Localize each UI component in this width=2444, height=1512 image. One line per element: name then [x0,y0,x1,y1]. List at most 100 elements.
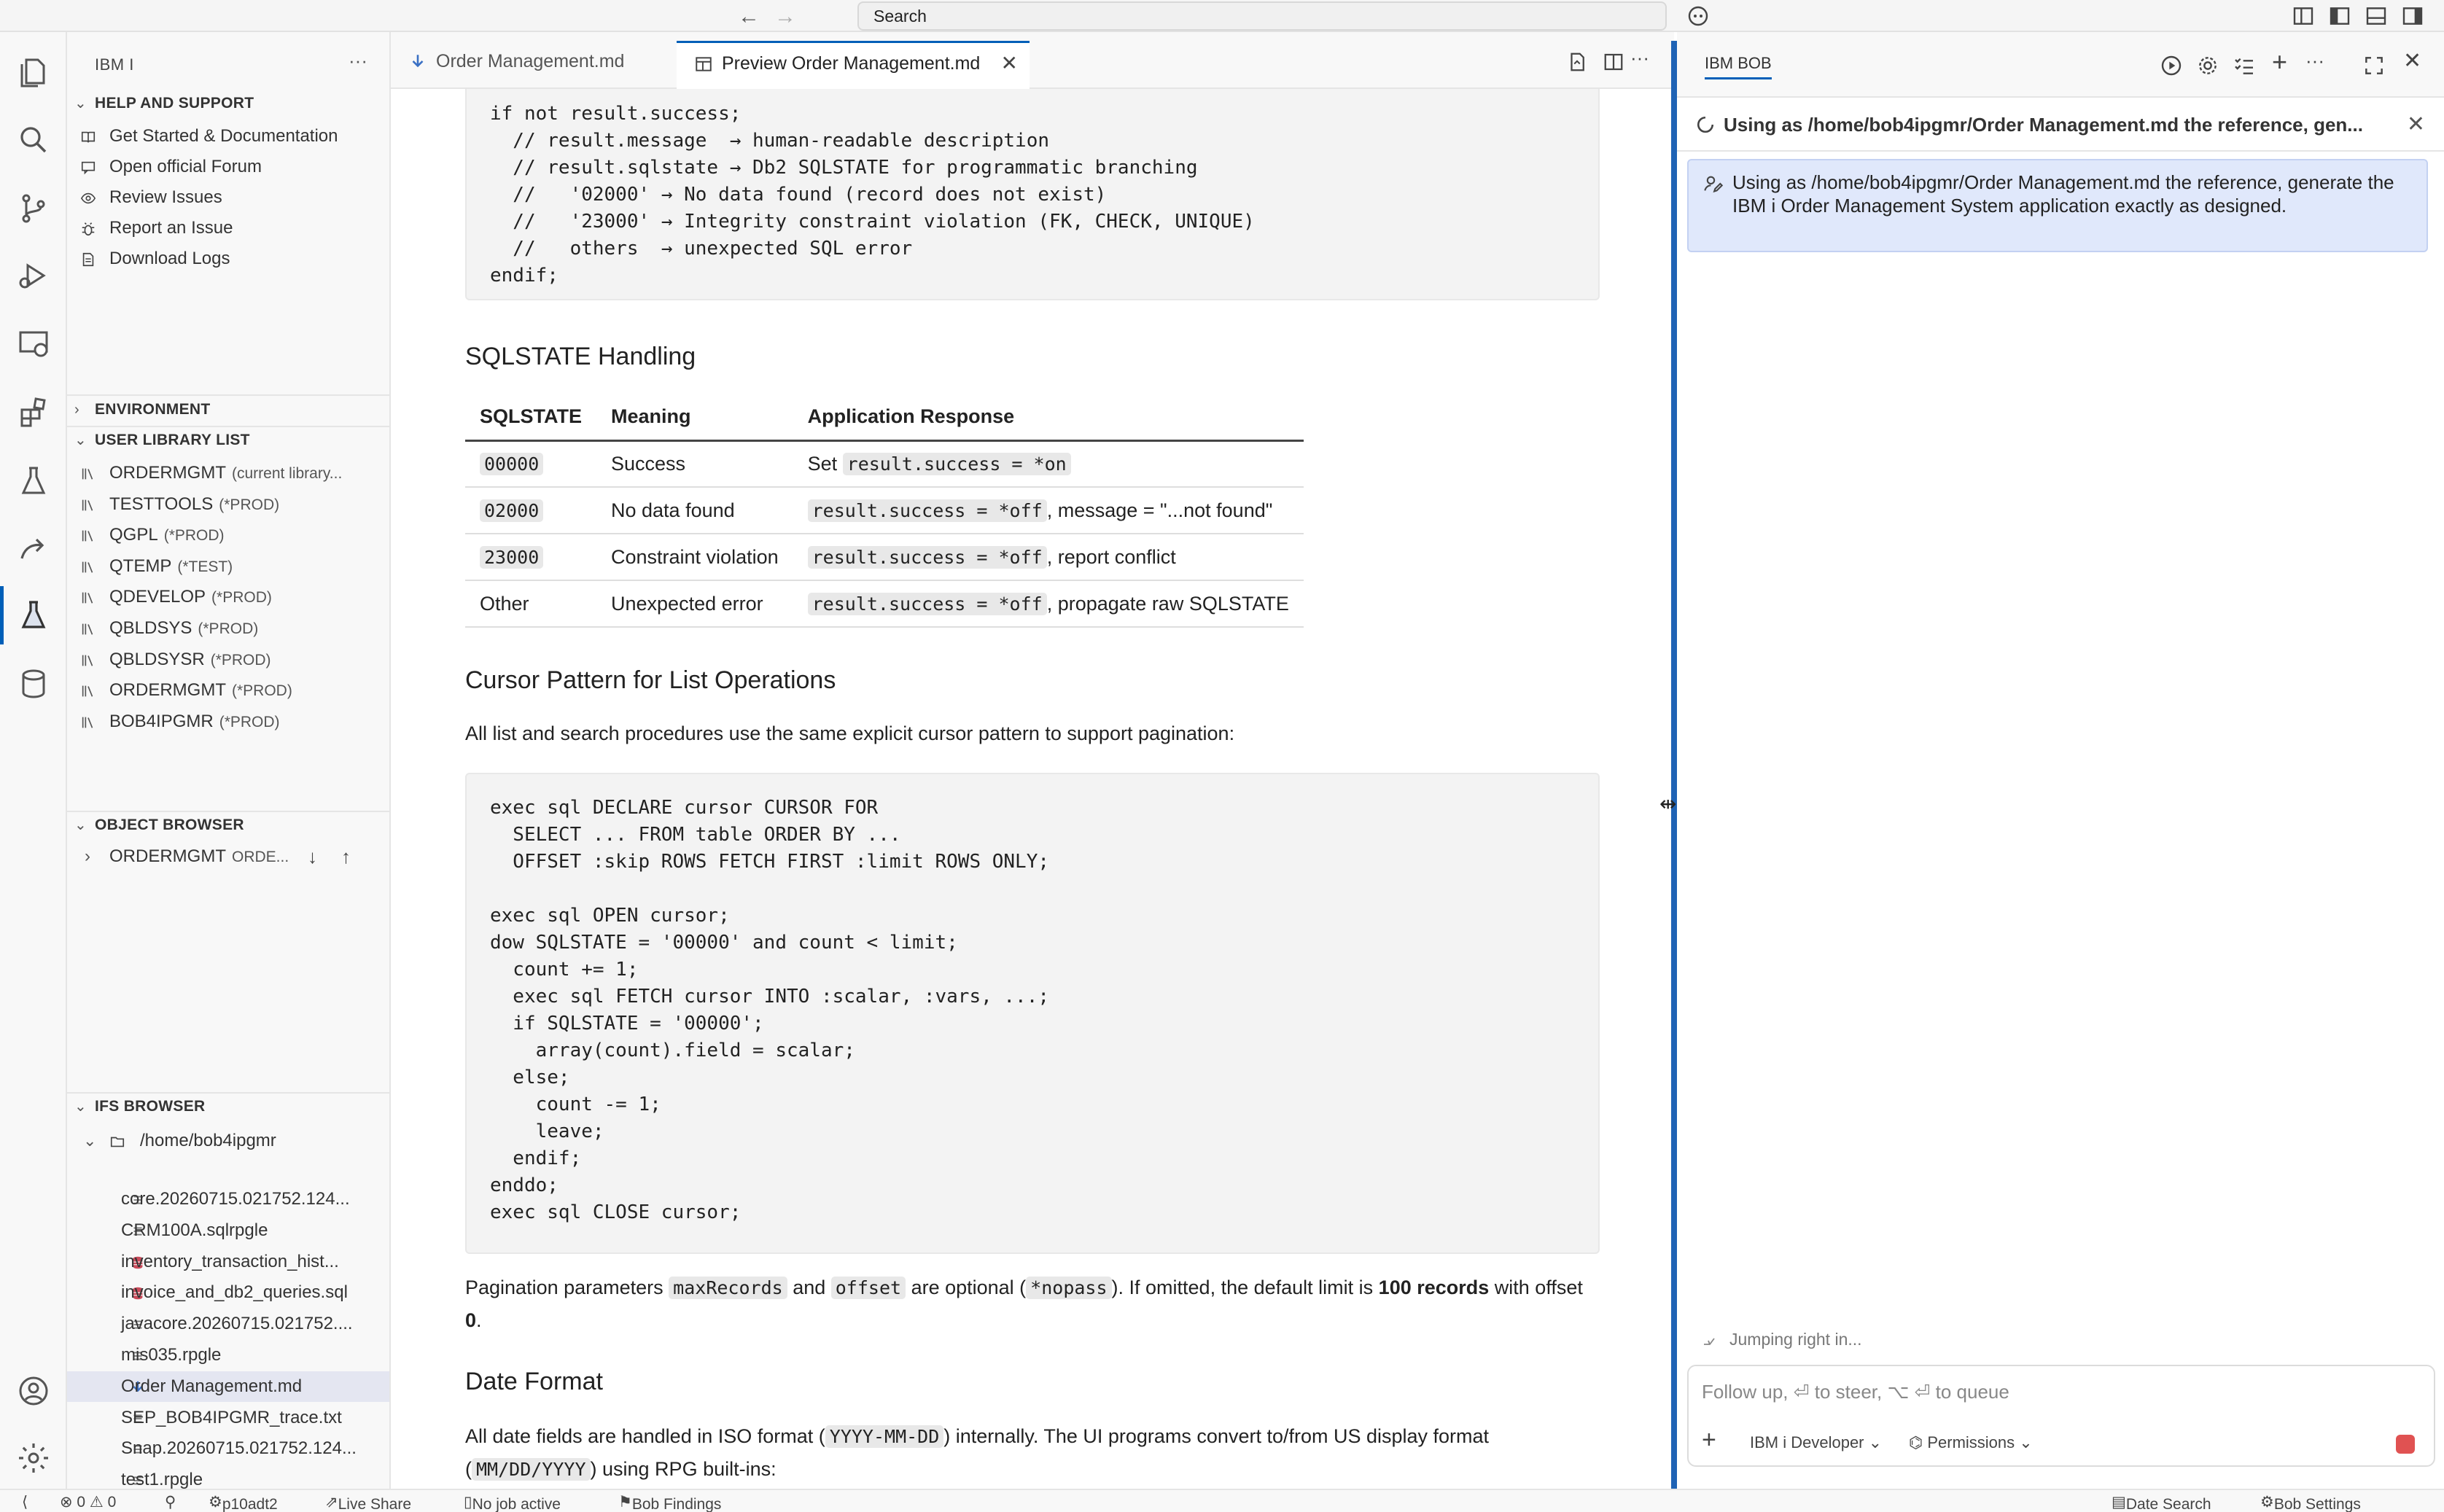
settings-gear-icon[interactable] [16,1441,51,1476]
pagination-paragraph: Pagination parameters maxRecords and off… [465,1277,1583,1331]
back-arrow-icon[interactable]: ← [736,4,761,29]
help-item-forum[interactable]: Open official Forum [67,152,389,182]
database-icon[interactable] [16,666,51,701]
job-status[interactable]: ▯ No job active [464,1493,561,1512]
object-browser-item[interactable]: › ORDERMGMT ORDE... ↓ ↑ [67,841,389,872]
activity-bar [0,32,67,1489]
split-editor-icon[interactable] [1603,51,1624,73]
arrow-down-icon[interactable]: ↓ [308,841,317,872]
table-cell-meaning: Constraint violation [596,534,793,581]
source-control-icon[interactable] [16,191,51,226]
ifs-file-item[interactable]: invoice_and_db2_queries.sql [67,1277,389,1308]
mode-dropdown[interactable]: IBM i Developer ⌄ [1750,1433,1882,1452]
customize-layout-icon[interactable] [2291,4,2316,28]
ifs-file-item[interactable]: SEP_BOB4IPGMR_trace.txt [67,1403,389,1433]
library-icon [82,717,93,728]
table-cell-meaning: Unexpected error [596,580,793,628]
library-icon [82,655,93,666]
stop-button[interactable] [2396,1435,2415,1454]
connection-status[interactable]: ⚙ p10adt2 [209,1493,278,1512]
more-actions-icon[interactable]: ··· [349,50,367,72]
table-cell-response: result.success = *off, report conflict [793,534,1304,581]
library-section-header[interactable]: ⌄ USER LIBRARY LIST [67,427,389,453]
more-actions-icon[interactable]: ··· [2305,50,2324,72]
eye-icon [80,192,96,204]
play-icon[interactable] [2160,54,2183,77]
extensions-icon[interactable] [16,395,51,430]
title-bar: ← → Search [0,0,2444,32]
toggle-panel-icon[interactable] [2364,4,2389,28]
environment-section-header[interactable]: › ENVIRONMENT [67,397,389,423]
library-icon [82,530,93,542]
ifs-file-item[interactable]: inventory_transaction_hist... [67,1247,389,1277]
testing-flask-icon[interactable] [16,464,51,499]
ifs-file-item[interactable]: mis035.rpgle [67,1340,389,1371]
copilot-icon[interactable] [1686,4,1711,28]
ifs-file-item[interactable]: Order Management.md [67,1371,389,1402]
ifs-root-folder[interactable]: ⌄ /home/bob4ipgmr [67,1126,389,1156]
library-list-item[interactable]: QGPL (*PROD) [67,520,389,550]
object-browser-section-header[interactable]: ⌄ OBJECT BROWSER [67,812,389,838]
open-source-icon[interactable] [1566,51,1588,73]
close-tab-icon[interactable]: ✕ [1001,43,1018,84]
ifs-file-item[interactable]: test1.rpgle [67,1465,389,1489]
ibm-i-icon[interactable] [16,598,51,633]
tab-order-management-md[interactable]: Order Management.md [391,41,675,89]
bob-panel-header: IBM BOB + ··· ✕ [1677,32,2444,98]
account-icon[interactable] [16,1373,51,1408]
permissions-dropdown[interactable]: ⌬ Permissions ⌄ [1909,1433,2033,1452]
more-actions-icon[interactable]: ··· [1630,47,1649,69]
new-chat-plus-icon[interactable]: + [2272,47,2287,77]
maximize-icon[interactable] [2362,54,2386,77]
explorer-icon[interactable] [16,55,51,90]
help-item-report-issue[interactable]: Report an Issue [67,213,389,243]
tab-preview-order-management[interactable]: Preview Order Management.md ✕ [677,41,1030,89]
remote-indicator-icon[interactable]: ⟨ [22,1493,28,1511]
book-icon [81,131,96,143]
run-debug-icon[interactable] [16,258,51,293]
bob-settings-button[interactable]: ⚙ Bob Settings [2260,1493,2361,1512]
toggle-primary-sidebar-icon[interactable] [2327,4,2352,28]
remote-share-icon[interactable] [16,532,51,567]
forward-arrow-icon[interactable]: → [773,4,798,29]
library-list-item[interactable]: ORDERMGMT (current library... [67,458,389,488]
chevron-down-icon: ⌄ [74,432,87,448]
help-item-download-logs[interactable]: Download Logs [67,243,389,274]
library-list-item[interactable]: QDEVELOP (*PROD) [67,582,389,612]
chat-input-placeholder[interactable]: Follow up, ⏎ to steer, ⌥ ⏎ to queue [1702,1381,2009,1403]
settings-gear-icon[interactable] [2196,54,2219,77]
resize-cursor-icon: ⇹ [1659,792,1677,815]
library-list-item[interactable]: BOB4IPGMR (*PROD) [67,706,389,737]
library-list-item[interactable]: TESTTOOLS (*PROD) [67,489,389,520]
close-task-icon[interactable]: ✕ [2407,98,2425,150]
date-search-button[interactable]: ▤ Date Search [2112,1493,2211,1512]
table-cell-code: 23000 [465,534,596,581]
bob-findings-button[interactable]: ⚑ Bob Findings [618,1493,721,1512]
ifs-file-item[interactable]: Snap.20260715.021752.124... [67,1433,389,1464]
ifs-file-item[interactable]: CRM100A.sqlrpgle [67,1215,389,1246]
search-icon[interactable] [16,122,51,157]
library-list-item[interactable]: QBLDSYS (*PROD) [67,613,389,644]
ifs-file-item[interactable]: javacore.20260715.021752.... [67,1309,389,1339]
problems-indicator[interactable]: ⊗ 0 ⚠ 0 [60,1493,116,1511]
ifs-file-item[interactable]: core.20260715.021752.124... [67,1184,389,1215]
library-list-item[interactable]: ORDERMGMT (*PROD) [67,675,389,706]
table-cell-meaning: No data found [596,487,793,534]
help-item-review-issues[interactable]: Review Issues [67,182,389,213]
toggle-secondary-sidebar-icon[interactable] [2400,4,2425,28]
close-panel-icon[interactable]: ✕ [2403,48,2421,74]
help-section-header[interactable]: ⌄ HELP AND SUPPORT [67,90,389,117]
command-search-input[interactable]: Search [857,1,1667,31]
ifs-browser-section-header[interactable]: ⌄ IFS BROWSER [67,1094,389,1120]
attach-plus-icon[interactable]: + [1702,1426,1716,1454]
help-item-docs[interactable]: Get Started & Documentation [67,121,389,152]
checklist-icon[interactable] [2233,54,2256,77]
arrow-up-icon[interactable]: ↑ [341,841,351,872]
chat-input-box[interactable]: Follow up, ⏎ to steer, ⌥ ⏎ to queue + IB… [1687,1365,2435,1467]
library-list-item[interactable]: QTEMP (*TEST) [67,551,389,582]
remote-explorer-icon[interactable] [16,327,51,362]
git-icon[interactable]: ⚲ [165,1493,176,1511]
live-share-button[interactable]: ⇗ Live Share [325,1493,411,1512]
library-list-item[interactable]: QBLDSYSR (*PROD) [67,644,389,675]
panel-splitter[interactable] [1671,41,1677,1495]
